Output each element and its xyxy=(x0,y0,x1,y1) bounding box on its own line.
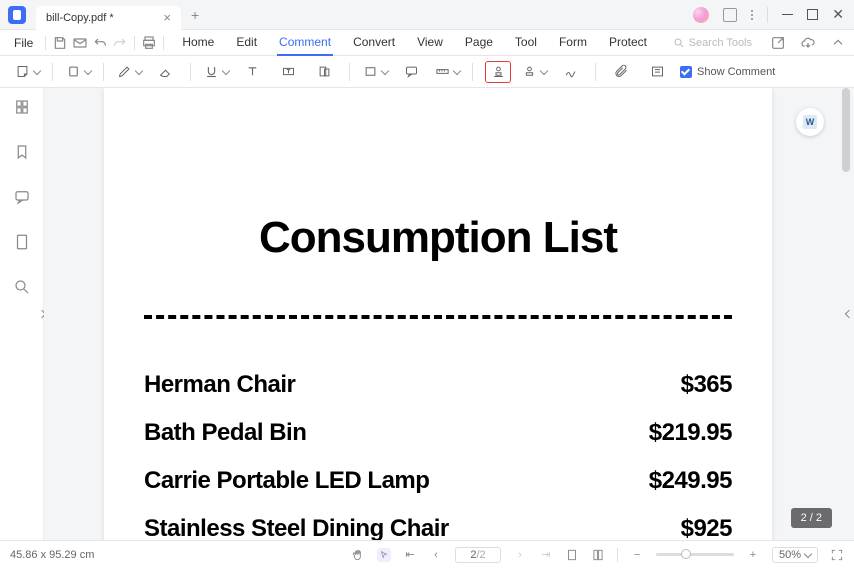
fullscreen-icon[interactable] xyxy=(830,548,844,562)
menu-protect[interactable]: Protect xyxy=(607,30,649,56)
zoom-level[interactable]: 50% xyxy=(772,547,818,563)
page-input[interactable]: 2/2 xyxy=(455,547,501,563)
document-canvas[interactable]: Consumption List Herman Chair$365 Bath P… xyxy=(44,88,854,540)
cursor-position: 45.86 x 95.29 cm xyxy=(10,549,94,561)
comment-toolbar: Show Comment xyxy=(0,56,854,88)
stamp-tool-icon[interactable] xyxy=(485,61,511,83)
signature-tool-icon[interactable] xyxy=(521,61,547,83)
menu-page[interactable]: Page xyxy=(463,30,495,56)
statusbar: 45.86 x 95.29 cm ⇤ ‹ 2/2 › ⇥ − + 50% xyxy=(0,540,854,568)
eraser-tool-icon[interactable] xyxy=(152,61,178,83)
separator-line xyxy=(144,315,732,319)
scrollbar-thumb[interactable] xyxy=(842,88,850,172)
select-tool-icon[interactable] xyxy=(377,548,391,562)
zoom-slider[interactable] xyxy=(656,553,734,556)
document-tab[interactable]: bill-Copy.pdf * × xyxy=(36,6,181,30)
text-tool-icon[interactable] xyxy=(239,61,265,83)
undo-icon[interactable] xyxy=(92,35,108,51)
redo-icon[interactable] xyxy=(112,35,128,51)
attachment-tool-icon[interactable] xyxy=(608,61,634,83)
window-close-icon[interactable]: ✕ xyxy=(832,6,844,23)
item-list: Herman Chair$365 Bath Pedal Bin$219.95 C… xyxy=(144,371,732,540)
tab-close-icon[interactable]: × xyxy=(163,10,171,25)
scrollbar[interactable] xyxy=(842,88,850,540)
print-icon[interactable] xyxy=(141,35,157,51)
zoom-in-icon[interactable]: + xyxy=(746,548,760,562)
window-minimize-icon[interactable] xyxy=(782,9,793,20)
attachments-panel-icon[interactable] xyxy=(13,233,31,256)
save-icon[interactable] xyxy=(52,35,68,51)
share-icon[interactable] xyxy=(770,35,786,51)
menu-tabs: Home Edit Comment Convert View Page Tool… xyxy=(180,30,649,56)
menu-form[interactable]: Form xyxy=(557,30,589,56)
highlight-tool-icon[interactable] xyxy=(65,61,91,83)
note-tool-icon[interactable] xyxy=(14,61,40,83)
fit-page-icon[interactable] xyxy=(565,548,579,562)
sign-tool-icon[interactable] xyxy=(557,61,583,83)
next-page-icon[interactable]: › xyxy=(513,548,527,562)
titlebar: bill-Copy.pdf * × + ✕ xyxy=(0,0,854,30)
menu-comment[interactable]: Comment xyxy=(277,30,333,56)
list-item: Carrie Portable LED Lamp$249.95 xyxy=(144,467,732,495)
first-page-icon[interactable]: ⇤ xyxy=(403,548,417,562)
show-comment-toggle[interactable]: Show Comment xyxy=(680,66,775,78)
collapse-ribbon-icon[interactable] xyxy=(830,35,846,51)
menu-home[interactable]: Home xyxy=(180,30,216,56)
menu-file[interactable]: File xyxy=(8,36,39,50)
search-placeholder: Search Tools xyxy=(689,37,752,49)
mail-icon[interactable] xyxy=(72,35,88,51)
checkbox-checked-icon xyxy=(680,66,692,78)
list-item: Bath Pedal Bin$219.95 xyxy=(144,419,732,447)
area-highlight-icon[interactable] xyxy=(311,61,337,83)
underline-tool-icon[interactable] xyxy=(203,61,229,83)
main-area: Consumption List Herman Chair$365 Bath P… xyxy=(0,88,854,540)
menubar: File Home Edit Comment Convert View Page… xyxy=(0,30,854,56)
menu-convert[interactable]: Convert xyxy=(351,30,397,56)
measure-tool-icon[interactable] xyxy=(434,61,460,83)
thumbnails-icon[interactable] xyxy=(13,98,31,121)
window-maximize-icon[interactable] xyxy=(807,9,818,20)
page-indicator-badge: 2 / 2 xyxy=(791,508,832,528)
menu-edit[interactable]: Edit xyxy=(234,30,259,56)
app-icon xyxy=(8,6,26,24)
list-item: Herman Chair$365 xyxy=(144,371,732,399)
more-menu-icon[interactable] xyxy=(751,10,753,20)
shape-tool-icon[interactable] xyxy=(362,61,388,83)
list-item: Stainless Steel Dining Chair$925 xyxy=(144,515,732,540)
search-tools[interactable]: Search Tools xyxy=(673,37,752,49)
tray-icon[interactable] xyxy=(723,8,737,22)
comment-panel-icon[interactable] xyxy=(644,61,670,83)
cloud-icon[interactable] xyxy=(800,35,816,51)
zoom-out-icon[interactable]: − xyxy=(630,548,644,562)
bookmarks-icon[interactable] xyxy=(13,143,31,166)
export-word-icon[interactable] xyxy=(796,108,824,136)
pdf-page: Consumption List Herman Chair$365 Bath P… xyxy=(104,88,772,540)
hand-tool-icon[interactable] xyxy=(351,548,365,562)
last-page-icon[interactable]: ⇥ xyxy=(539,548,553,562)
zoom-slider-thumb[interactable] xyxy=(681,549,691,559)
document-title: Consumption List xyxy=(104,213,772,263)
fit-width-icon[interactable] xyxy=(591,548,605,562)
search-panel-icon[interactable] xyxy=(13,278,31,301)
callout-tool-icon[interactable] xyxy=(398,61,424,83)
textbox-tool-icon[interactable] xyxy=(275,61,301,83)
comments-panel-icon[interactable] xyxy=(13,188,31,211)
new-tab-button[interactable]: + xyxy=(191,7,199,23)
pencil-tool-icon[interactable] xyxy=(116,61,142,83)
menu-tool[interactable]: Tool xyxy=(513,30,539,56)
account-icon[interactable] xyxy=(693,7,709,23)
tab-title: bill-Copy.pdf * xyxy=(46,12,114,24)
menu-view[interactable]: View xyxy=(415,30,445,56)
prev-page-icon[interactable]: ‹ xyxy=(429,548,443,562)
show-comment-label: Show Comment xyxy=(697,66,775,78)
